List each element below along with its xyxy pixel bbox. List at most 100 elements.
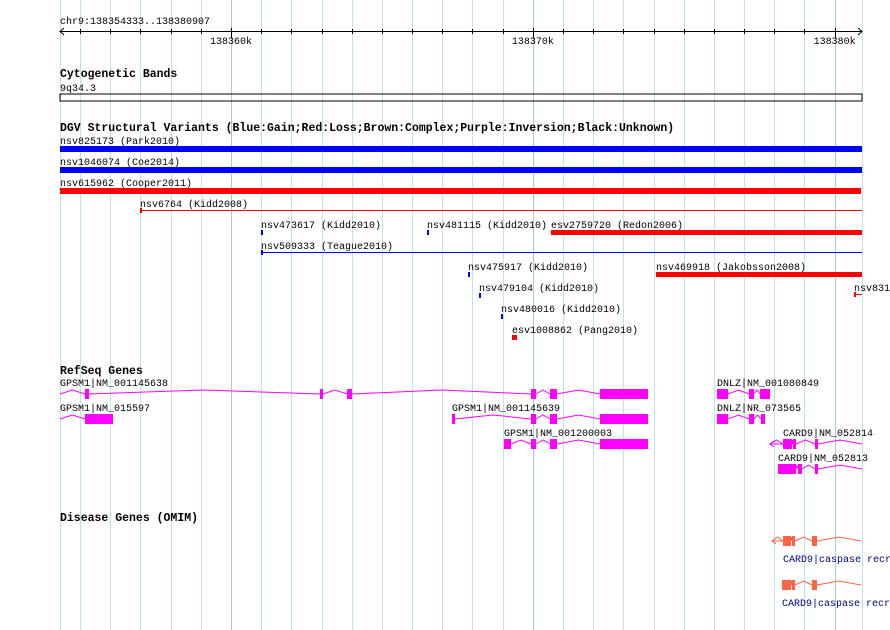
intron <box>753 414 762 420</box>
variant-nsv480016[interactable]: nsv480016 (Kidd2010) <box>501 304 621 319</box>
variant-bar[interactable] <box>501 314 503 319</box>
exon[interactable] <box>792 536 795 546</box>
omim-track-title: Disease Genes (OMIM) <box>60 512 198 525</box>
variant-nsv479104[interactable]: nsv479104 (Kidd2010) <box>479 283 599 298</box>
variant-label: nsv481115 (Kidd2010) <box>427 220 547 232</box>
variant-bar[interactable] <box>60 188 861 194</box>
dgv-track: DGV Structural Variants (Blue:Gain;Red:L… <box>60 122 890 340</box>
exon[interactable] <box>550 439 557 449</box>
variant-bar[interactable] <box>468 272 470 277</box>
variant-nsv825173[interactable]: nsv825173 (Park2010) <box>60 136 862 152</box>
variant-nsv6764[interactable]: nsv6764 (Kidd2008) <box>140 199 862 213</box>
exon[interactable] <box>85 389 89 399</box>
variant-nsv475917[interactable]: nsv475917 (Kidd2010) <box>468 262 588 277</box>
intron <box>88 389 321 395</box>
exon[interactable] <box>812 580 817 590</box>
cytoband-9q34.3[interactable] <box>59 93 863 102</box>
intron <box>790 536 793 542</box>
refseq-gene-NM_001080849[interactable]: DNLZ|NM_001080849 <box>717 378 819 399</box>
refseq-gene-NR_073565[interactable]: DNLZ|NR_073565 <box>717 403 801 424</box>
variant-bar[interactable] <box>261 230 263 235</box>
refseq-gene-NM_052813[interactable]: CARD9|NM_052813 <box>778 453 868 474</box>
exon[interactable] <box>778 464 796 474</box>
intron <box>817 439 863 445</box>
gene-label: GPSM1|NM_001145639 <box>452 403 560 415</box>
exon[interactable] <box>600 439 648 449</box>
refseq-gene-NM_001145638[interactable]: GPSM1|NM_001145638 <box>59 378 648 399</box>
exon[interactable] <box>792 580 795 590</box>
exon[interactable] <box>783 536 791 546</box>
exon[interactable] <box>793 439 796 449</box>
variant-line[interactable] <box>261 252 862 253</box>
variant-label: nsv475917 (Kidd2010) <box>468 262 588 274</box>
gene-label: GPSM1|NM_001200003 <box>504 428 612 440</box>
refseq-gene-NM_001200003[interactable]: GPSM1|NM_001200003 <box>504 428 648 449</box>
refseq-gene-NM_001145639[interactable]: GPSM1|NM_001145639 <box>452 403 648 424</box>
variant-bar[interactable] <box>60 146 862 152</box>
variant-label: nsv831 <box>854 284 890 295</box>
variant-start-tick <box>140 208 142 213</box>
intron <box>816 536 862 542</box>
exon[interactable] <box>761 414 765 424</box>
intron <box>322 389 348 395</box>
exon[interactable] <box>749 414 754 424</box>
gene-label: GPSM1|NM_001145638 <box>60 378 168 390</box>
gene-label: DNLZ|NR_073565 <box>717 403 801 415</box>
variant-bar[interactable] <box>479 293 481 298</box>
variant-bar[interactable] <box>512 335 517 340</box>
exon[interactable] <box>717 389 728 399</box>
intron <box>727 389 750 395</box>
variant-label: nsv480016 (Kidd2010) <box>501 304 621 316</box>
variant-bar[interactable] <box>427 230 429 235</box>
genome-browser-panel[interactable]: chr9:138354333..138380907 138360k 138370k… <box>0 0 890 630</box>
variant-bar[interactable] <box>656 272 862 277</box>
refseq-gene-NM_015597[interactable]: GPSM1|NM_015597 <box>59 403 150 424</box>
variant-nsv481115[interactable]: nsv481115 (Kidd2010) <box>427 220 547 235</box>
variant-label: esv1008862 (Pang2010) <box>512 325 638 337</box>
variant-nsv1046074[interactable]: nsv1046074 (Coe2014) <box>60 157 862 173</box>
variant-label: nsv473617 (Kidd2010) <box>261 220 381 232</box>
exon[interactable] <box>85 414 113 424</box>
omim-gene-card9[interactable]: CARD9|caspase recru <box>771 536 890 566</box>
cytoband-label[interactable]: 9q34.3 <box>60 84 96 95</box>
variant-esv1008862[interactable]: esv1008862 (Pang2010) <box>512 325 638 340</box>
exon[interactable] <box>717 414 728 424</box>
exon[interactable] <box>531 389 536 399</box>
exon[interactable] <box>347 389 352 399</box>
exon[interactable] <box>812 536 817 546</box>
exon[interactable] <box>749 389 754 399</box>
exon[interactable] <box>815 439 818 449</box>
exon[interactable] <box>815 464 818 474</box>
variant-nsv469918[interactable]: nsv469918 (Jakobsson2008) <box>656 262 862 277</box>
exon[interactable] <box>550 389 557 399</box>
intron <box>795 464 799 470</box>
gene-label: CARD9|NM_052813 <box>778 453 868 465</box>
variant-nsv831[interactable]: nsv831 <box>854 284 890 297</box>
intron <box>753 389 761 395</box>
exon[interactable] <box>760 389 770 399</box>
intron <box>801 464 816 470</box>
exon[interactable] <box>550 414 557 424</box>
variant-nsv509333[interactable]: nsv509333 (Teague2010) <box>261 241 862 255</box>
exon[interactable] <box>798 464 802 474</box>
variant-esv2759720[interactable]: esv2759720 (Redon2006) <box>551 220 862 235</box>
gene-label: CARD9|caspase recru <box>783 554 890 566</box>
exon[interactable] <box>452 414 455 424</box>
refseq-gene-NM_052814[interactable]: CARD9|NM_052814 <box>769 428 873 449</box>
exon[interactable] <box>504 439 511 449</box>
intron <box>535 414 551 420</box>
variant-nsv473617[interactable]: nsv473617 (Kidd2010) <box>261 220 381 235</box>
exon[interactable] <box>531 414 536 424</box>
exon[interactable] <box>600 389 648 399</box>
exon[interactable] <box>783 439 792 449</box>
exon[interactable] <box>320 389 323 399</box>
exon[interactable] <box>531 439 536 449</box>
exon[interactable] <box>782 580 791 590</box>
variant-line[interactable] <box>140 210 862 211</box>
intron <box>791 439 794 445</box>
exon[interactable] <box>600 414 648 424</box>
variant-bar[interactable] <box>551 230 862 235</box>
variant-bar[interactable] <box>60 167 862 173</box>
variant-nsv615962[interactable]: nsv615962 (Cooper2011) <box>60 178 861 194</box>
refseq-track: RefSeq Genes GPSM1|NM_001145638 DNLZ|NM_0… <box>59 365 873 474</box>
